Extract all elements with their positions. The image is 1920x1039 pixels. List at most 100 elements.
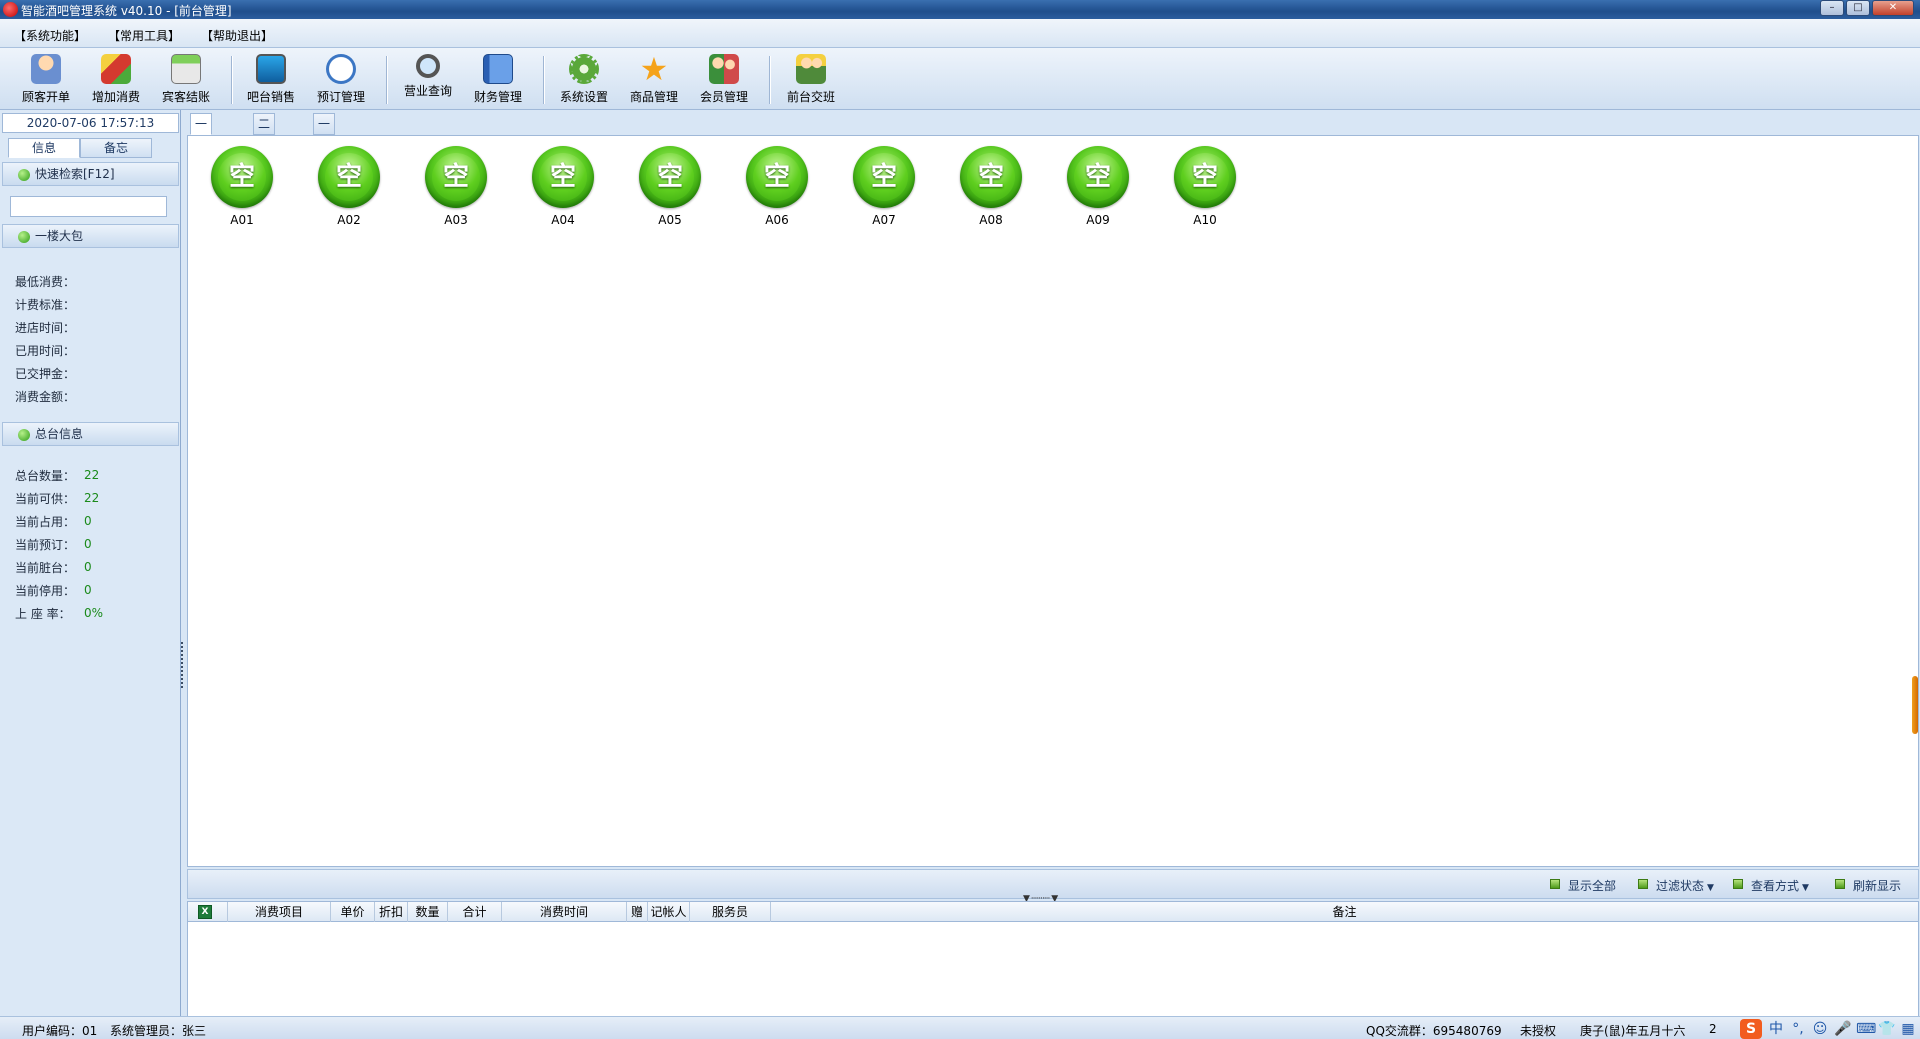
col-waiter[interactable]: 服务员 — [690, 902, 771, 922]
member-management-label: 会员管理 — [699, 90, 748, 104]
business-query-label: 营业查询 — [403, 84, 452, 98]
menu-system-functions[interactable]: 【系统功能】 — [14, 27, 86, 44]
chevron-down-icon: ▼ — [1707, 883, 1714, 893]
deposit-paid-label: 已交押金： — [15, 367, 76, 381]
room-tile[interactable]: 空 A04 — [523, 146, 603, 227]
current-datetime: 2020-07-06 17:57:13 — [2, 113, 179, 133]
vacant-status-icon: 空 — [853, 146, 915, 208]
vacant-status-icon: 空 — [639, 146, 701, 208]
room-tile[interactable]: 空 A02 — [309, 146, 389, 227]
export-excel-header[interactable]: X — [188, 902, 228, 922]
checkout-calculator-icon — [171, 54, 201, 84]
member-management-button[interactable]: 会员管理 — [691, 52, 757, 106]
quick-search-label: 快速检索[F12] — [35, 167, 115, 181]
customer-open-button[interactable]: 顾客开单 — [13, 52, 79, 106]
quick-search-header[interactable]: 快速检索[F12] — [2, 162, 179, 186]
menu-help-exit[interactable]: 【帮助退出】 — [201, 27, 273, 44]
show-all-label: 显示全部 — [1568, 879, 1617, 893]
vertical-scrollbar[interactable] — [1912, 676, 1918, 734]
col-quantity[interactable]: 数量 — [408, 902, 448, 922]
room-tile[interactable]: 空 A01 — [202, 146, 282, 227]
skin-icon[interactable]: 👕 — [1878, 1021, 1895, 1037]
col-recorder[interactable]: 记帐人 — [648, 902, 690, 922]
minimize-button[interactable]: – — [1820, 0, 1844, 16]
ime-language-icon[interactable]: 中 — [1768, 1021, 1784, 1037]
room-status: 空 — [539, 153, 587, 201]
tab-floor1-hall[interactable]: 一楼大厅 — [313, 113, 336, 191]
reservation-button[interactable]: 预订管理 — [308, 52, 374, 106]
room-tile[interactable]: 空 A10 — [1165, 146, 1245, 227]
col-consumption-item[interactable]: 消费项目 — [228, 902, 331, 922]
app-logo-icon — [3, 2, 18, 17]
room-tile[interactable]: 空 A08 — [951, 146, 1031, 227]
vacant-status-icon: 空 — [318, 146, 380, 208]
microphone-icon[interactable]: 🎤 — [1834, 1021, 1851, 1037]
keyboard-icon[interactable]: ⌨ — [1856, 1021, 1876, 1037]
vacant-status-icon: 空 — [425, 146, 487, 208]
room-tile[interactable]: 空 A05 — [630, 146, 710, 227]
col-discount[interactable]: 折扣 — [375, 902, 408, 922]
filter-status-dropdown[interactable]: 过滤状态 ▼ — [1638, 877, 1714, 894]
refresh-button[interactable]: 刷新显示 — [1835, 877, 1901, 894]
sogou-ime-icon[interactable]: S — [1740, 1018, 1762, 1039]
finance-button[interactable]: 财务管理 — [465, 52, 531, 106]
goods-management-button[interactable]: ★ 商品管理 — [621, 52, 687, 106]
summary-section-label: 总台信息 — [35, 427, 84, 441]
total-count-value: 22 — [84, 468, 100, 482]
room-status: 空 — [753, 153, 801, 201]
add-consumption-button[interactable]: 增加消费 — [83, 52, 149, 106]
room-tile[interactable]: 空 A09 — [1058, 146, 1138, 227]
occupancy-rate-label: 上 座 率： — [15, 607, 71, 621]
customer-open-label: 顾客开单 — [21, 90, 70, 104]
room-name: A05 — [658, 213, 682, 227]
user-code: 用户编码：01 — [22, 1024, 98, 1038]
business-query-button[interactable]: 营业查询 — [395, 52, 461, 106]
menu-common-tools[interactable]: 【常用工具】 — [108, 27, 180, 44]
green-dot-icon — [18, 169, 30, 181]
col-gift[interactable]: 赠 — [627, 902, 648, 922]
col-unit-price[interactable]: 单价 — [331, 902, 375, 922]
vacant-status-icon: 空 — [1067, 146, 1129, 208]
customer-open-icon — [31, 54, 61, 84]
col-consumption-time[interactable]: 消费时间 — [502, 902, 627, 922]
view-mode-dropdown[interactable]: 查看方式 ▼ — [1733, 877, 1809, 894]
vacant-status-icon: 空 — [532, 146, 594, 208]
close-button[interactable]: ✕ — [1872, 0, 1914, 16]
room-status: 空 — [1181, 153, 1229, 201]
emoji-icon[interactable]: ☺ — [1812, 1021, 1828, 1037]
room-status: 空 — [1074, 153, 1122, 201]
maximize-button[interactable]: □ — [1846, 0, 1870, 16]
toolbox-icon[interactable]: ▦ — [1900, 1021, 1916, 1037]
quick-search-input[interactable] — [10, 196, 167, 217]
view-mode-icon — [1733, 879, 1743, 889]
room-name: A07 — [872, 213, 896, 227]
system-settings-button[interactable]: 系统设置 — [551, 52, 617, 106]
col-remark[interactable]: 备注 — [771, 902, 1918, 922]
shift-handover-label: 前台交班 — [786, 90, 835, 104]
room-status: 空 — [432, 153, 480, 201]
elapsed-time-label: 已用时间： — [15, 344, 76, 358]
tab-floor2-small[interactable]: 二楼小包 — [253, 113, 276, 191]
tab-floor1-large[interactable]: 一楼大包 — [190, 113, 213, 191]
tab-memo[interactable]: 备忘 — [80, 138, 152, 158]
tab-info[interactable]: 信息 — [8, 138, 80, 158]
room-tile[interactable]: 空 A06 — [737, 146, 817, 227]
room-tile[interactable]: 空 A03 — [416, 146, 496, 227]
goods-management-label: 商品管理 — [629, 90, 678, 104]
room-tile[interactable]: 空 A07 — [844, 146, 924, 227]
status-extra: 2 — [1709, 1022, 1717, 1036]
chevron-down-icon: ▼ — [1802, 883, 1809, 893]
show-all-button[interactable]: 显示全部 — [1550, 877, 1616, 894]
disabled-label: 当前停用： — [15, 584, 76, 598]
checkout-button[interactable]: 宾客结账 — [153, 52, 219, 106]
punctuation-icon[interactable]: °, — [1790, 1021, 1806, 1037]
vacant-status-icon: 空 — [960, 146, 1022, 208]
shift-handover-button[interactable]: 前台交班 — [778, 52, 844, 106]
occupancy-rate-value: 0% — [84, 606, 104, 620]
panel-splitter[interactable] — [180, 640, 184, 700]
col-total[interactable]: 合计 — [448, 902, 502, 922]
excel-icon: X — [198, 905, 212, 919]
lunar-date: 庚子(鼠)年五月十六 — [1580, 1024, 1686, 1038]
bar-sales-button[interactable]: 吧台销售 — [238, 52, 304, 106]
toolbar-separator — [543, 56, 544, 104]
